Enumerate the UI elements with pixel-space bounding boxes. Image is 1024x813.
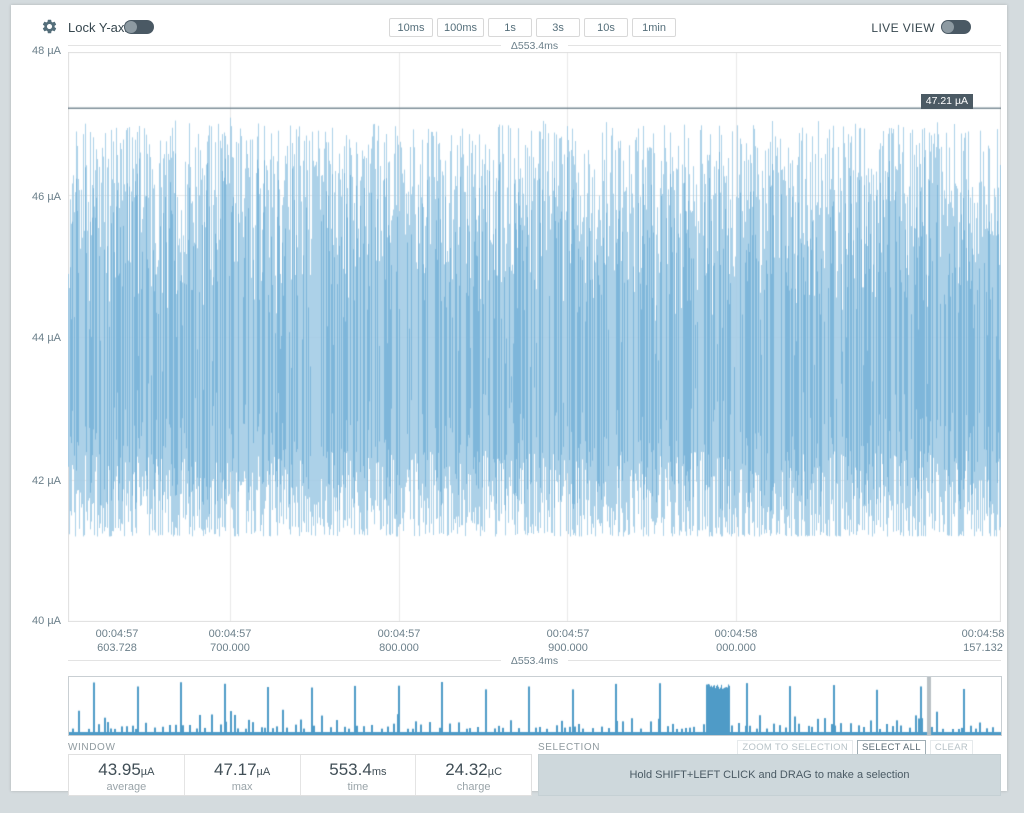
- current-measurement-chart[interactable]: [68, 52, 1001, 622]
- x-tick-1: 00:04:57700.000: [175, 627, 285, 655]
- select-all-button[interactable]: SELECT ALL: [857, 740, 926, 755]
- delta-rule-left: [68, 660, 501, 661]
- x-tick-4: 00:04:58000.000: [681, 627, 791, 655]
- toggle-knob: [125, 21, 137, 33]
- delta-rule-right: [568, 45, 1001, 46]
- window-delta-bottom: Δ553.4ms: [68, 655, 1001, 666]
- y-tick-48: 48 µA: [11, 45, 61, 57]
- selection-hint-text: Hold SHIFT+LEFT CLICK and DRAG to make a…: [629, 769, 909, 781]
- time-button-10s[interactable]: 10s: [584, 18, 628, 37]
- live-view-toggle[interactable]: [941, 20, 971, 34]
- x-tick-3: 00:04:57900.000: [513, 627, 623, 655]
- delta-rule-left: [68, 45, 501, 46]
- selection-section-label: SELECTION: [538, 742, 600, 753]
- minimap-overview-chart[interactable]: [68, 676, 1002, 736]
- stat-average: 43.95µA average: [69, 755, 185, 795]
- stat-charge: 24.32µC charge: [416, 755, 531, 795]
- lock-y-axis-toggle[interactable]: [124, 20, 154, 34]
- x-tick-0: 00:04:57603.728: [62, 627, 172, 655]
- time-button-100ms[interactable]: 100ms: [437, 18, 484, 37]
- window-section-label: WINDOW: [68, 742, 115, 753]
- clear-button[interactable]: CLEAR: [930, 740, 973, 755]
- x-tick-2: 00:04:57800.000: [344, 627, 454, 655]
- delta-label: Δ553.4ms: [501, 40, 568, 52]
- delta-label: Δ553.4ms: [501, 655, 568, 667]
- delta-rule-right: [568, 660, 1001, 661]
- y-tick-44: 44 µA: [11, 332, 61, 344]
- window-stats-box: 43.95µA average 47.17µA max 553.4ms time…: [68, 754, 532, 796]
- stat-time: 553.4ms time: [301, 755, 417, 795]
- window-delta-top: Δ553.4ms: [68, 40, 1001, 51]
- selection-buttons: ZOOM TO SELECTION SELECT ALL CLEAR: [733, 740, 973, 755]
- time-button-10ms[interactable]: 10ms: [389, 18, 433, 37]
- time-button-3s[interactable]: 3s: [536, 18, 580, 37]
- time-range-buttons: 10ms 100ms 1s 3s 10s 1min: [389, 18, 680, 37]
- time-button-1s[interactable]: 1s: [488, 18, 532, 37]
- app-panel: Lock Y-axis 10ms 100ms 1s 3s 10s 1min LI…: [11, 5, 1007, 791]
- toggle-knob: [942, 21, 954, 33]
- y-tick-42: 42 µA: [11, 475, 61, 487]
- y-tick-46: 46 µA: [11, 191, 61, 203]
- x-tick-5: 00:04:58157.132: [928, 627, 1024, 655]
- max-marker-badge: 47.21 µA: [921, 94, 973, 109]
- zoom-to-selection-button[interactable]: ZOOM TO SELECTION: [737, 740, 853, 755]
- y-tick-40: 40 µA: [11, 615, 61, 627]
- live-view-label: LIVE VIEW: [871, 21, 935, 35]
- settings-gear-icon[interactable]: [41, 18, 58, 35]
- time-button-1min[interactable]: 1min: [632, 18, 676, 37]
- selection-hint-box[interactable]: Hold SHIFT+LEFT CLICK and DRAG to make a…: [538, 754, 1001, 796]
- stat-max: 47.17µA max: [185, 755, 301, 795]
